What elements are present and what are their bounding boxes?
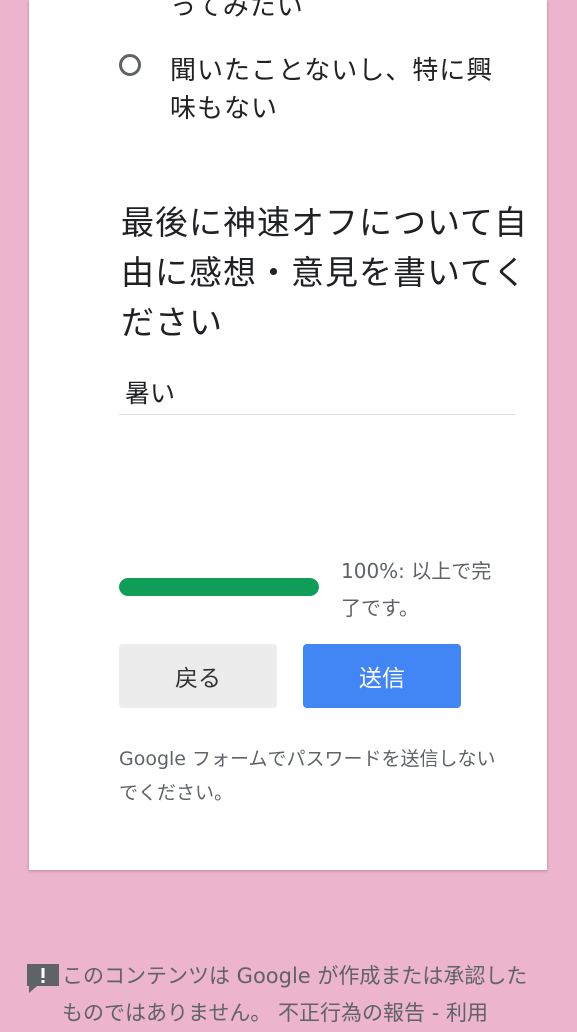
answer-input[interactable]: 暑い [125, 374, 175, 410]
radio-button[interactable] [119, 54, 141, 76]
password-warning: Google フォームでパスワードを送信しないでください。 [119, 748, 496, 804]
question-title: 最後に神速オフについて自由に感想・意見を書いてください [121, 203, 529, 342]
answer-underline [119, 414, 515, 415]
form-card: ってみたい 聞いたことないし、特に興味もない 最後に神速オフについて自由に感想・… [29, 0, 547, 870]
progress-fill [119, 578, 319, 596]
previous-option-label: ってみたい [170, 0, 304, 22]
back-button[interactable]: 戻る [119, 644, 277, 708]
submit-button[interactable]: 送信 [303, 644, 461, 708]
report-icon [27, 964, 59, 993]
footer-disclaimer: このコンテンツは Google が作成または承認したものではありません。 不正行… [62, 964, 528, 1025]
radio-option-label: 聞いたことないし、特に興味もない [170, 56, 494, 124]
progress-label: 100%: 以上で完了です。 [341, 559, 492, 620]
progress-bar [119, 578, 319, 596]
